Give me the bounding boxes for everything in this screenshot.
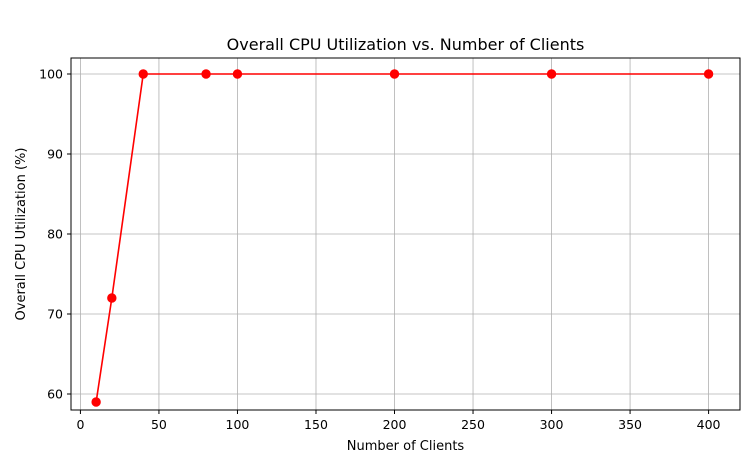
x-tick-label: 200 (383, 417, 407, 432)
y-tick-label: 90 (47, 147, 63, 162)
x-tick-label: 400 (697, 417, 721, 432)
x-tick-label: 250 (461, 417, 485, 432)
y-tick-label: 80 (47, 227, 63, 242)
x-axis-label: Number of Clients (347, 439, 465, 454)
y-axis-label: Overall CPU Utilization (%) (14, 148, 29, 321)
data-point (201, 69, 211, 79)
chart: 0 50 100 150 200 250 300 350 400 60 70 80 90 100 Over… (0, 0, 751, 465)
x-tick-label: 100 (226, 417, 250, 432)
data-point (546, 69, 557, 79)
data-point (91, 397, 101, 407)
y-tick-label: 60 (47, 387, 63, 402)
chart-title: Overall CPU Utilization vs. Number of Cl… (227, 35, 585, 54)
data-point (232, 69, 243, 79)
data-point (703, 69, 714, 79)
data-point (107, 293, 117, 303)
x-tick-label: 300 (540, 417, 564, 432)
y-tick-label: 100 (39, 67, 63, 82)
x-tick-label: 50 (151, 417, 167, 432)
x-tick-label: 350 (618, 417, 642, 432)
x-tick-label: 0 (76, 417, 84, 432)
chart-background (0, 0, 751, 465)
x-tick-label: 150 (304, 417, 328, 432)
data-point (138, 69, 148, 79)
data-point (389, 69, 400, 79)
y-tick-label: 70 (47, 307, 63, 322)
